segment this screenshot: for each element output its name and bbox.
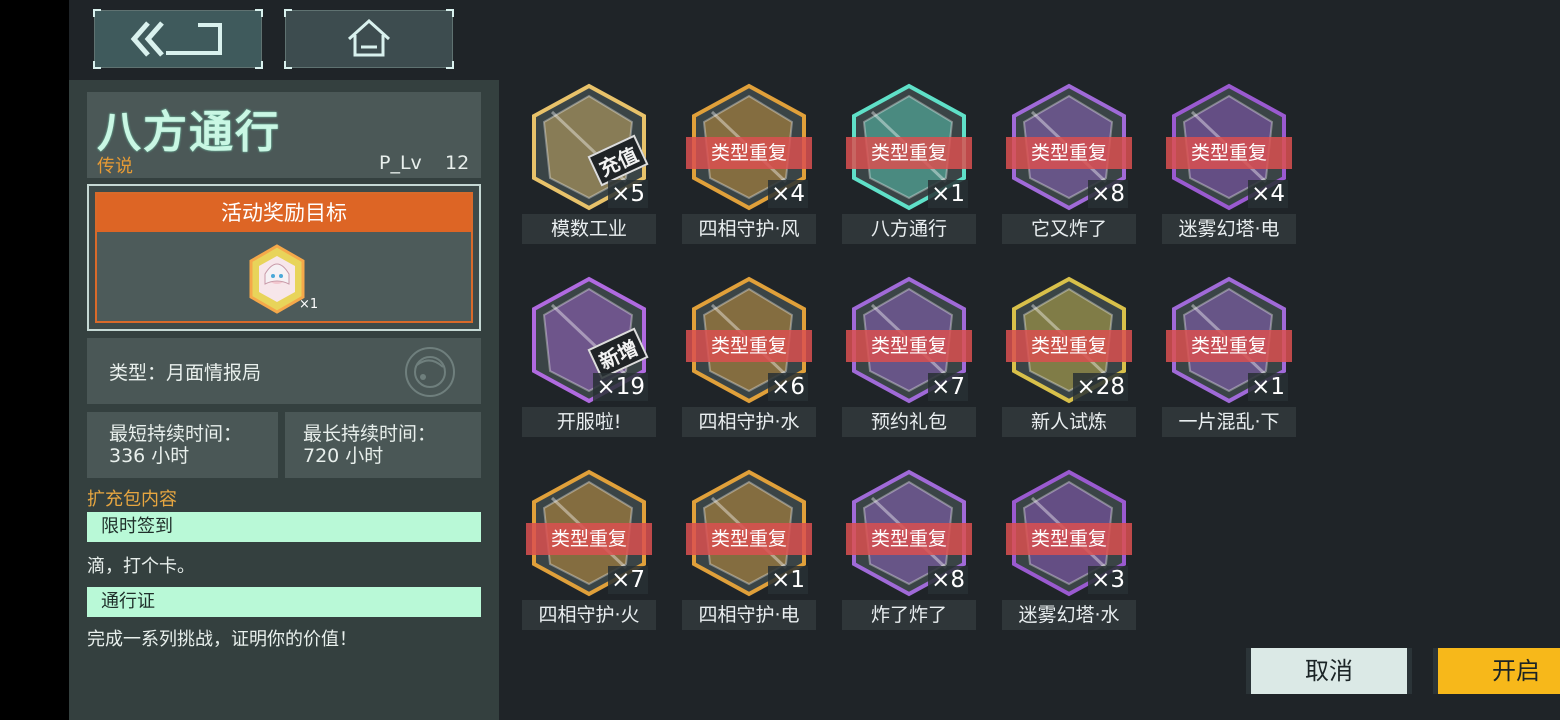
moon-bureau-icon (405, 347, 455, 397)
content-item-desc: 滴，打个卡。 (87, 556, 195, 577)
rarity-label: 传说 (97, 156, 133, 177)
pack-quantity: ×8 (1088, 180, 1128, 208)
game-screen: 八方通行 传说 P_Lv 12 活动奖励目标 ×1 类型：月面情报局 最短持续时… (69, 0, 1560, 720)
content-item-title: 限时签到 (87, 512, 481, 542)
pack-quantity: ×7 (928, 373, 968, 401)
pack-quantity: ×8 (928, 566, 968, 594)
pack-card[interactable]: 类型重复 ×7 预约礼包 (842, 275, 976, 447)
duplicate-type-banner: 类型重复 (846, 330, 972, 362)
pack-name: 迷雾幻塔·水 (1002, 600, 1136, 630)
pack-quantity: ×1 (1248, 373, 1288, 401)
duplicate-type-banner: 类型重复 (686, 330, 812, 362)
pack-card[interactable]: 新增 ×19 开服啦! (522, 275, 656, 447)
min-duration-value: 336 小时 (109, 445, 190, 467)
type-box: 类型：月面情报局 (87, 338, 481, 404)
pack-name: 迷雾幻塔·电 (1162, 214, 1296, 244)
pack-card[interactable]: 类型重复 ×8 炸了炸了 (842, 468, 976, 640)
reward-target-box: 活动奖励目标 ×1 (87, 184, 481, 331)
reward-header: 活动奖励目标 (97, 194, 471, 232)
min-duration-box: 最短持续时间： 336 小时 (87, 412, 278, 478)
pack-quantity: ×19 (593, 373, 648, 401)
pack-name: 四相守护·水 (682, 407, 816, 437)
min-duration-label: 最短持续时间： (109, 423, 243, 445)
pack-card[interactable]: 类型重复 ×1 四相守护·电 (682, 468, 816, 640)
cancel-button[interactable]: 取消 (1246, 648, 1412, 694)
pack-quantity: ×6 (768, 373, 808, 401)
duplicate-type-banner: 类型重复 (1006, 523, 1132, 555)
duplicate-type-banner: 类型重复 (686, 137, 812, 169)
pack-title: 八方通行 (97, 107, 281, 158)
reward-avatar-icon[interactable] (247, 244, 307, 314)
type-label: 类型：月面情报局 (109, 362, 262, 384)
duplicate-type-banner: 类型重复 (526, 523, 652, 555)
double-chevron-back-icon (130, 21, 222, 57)
back-button[interactable] (93, 9, 263, 69)
pack-quantity: ×5 (608, 180, 648, 208)
pack-name: 开服啦! (522, 407, 656, 437)
pack-card[interactable]: 类型重复 ×1 八方通行 (842, 82, 976, 254)
content-item-title: 通行证 (87, 587, 481, 617)
content-item-desc: 完成一系列挑战，证明你的价值！ (87, 629, 357, 650)
pack-name: 炸了炸了 (842, 600, 976, 630)
pack-quantity: ×7 (608, 566, 648, 594)
pack-card[interactable]: 类型重复 ×3 迷雾幻塔·水 (1002, 468, 1136, 640)
max-duration-label: 最长持续时间： (303, 423, 437, 445)
duplicate-type-banner: 类型重复 (1006, 137, 1132, 169)
pack-name: 新人试炼 (1002, 407, 1136, 437)
home-button[interactable] (284, 9, 454, 69)
reward-count: ×1 (299, 297, 319, 312)
max-duration-box: 最长持续时间： 720 小时 (285, 412, 481, 478)
pack-name: 八方通行 (842, 214, 976, 244)
plv-value: 12 (445, 152, 470, 174)
pack-name: 预约礼包 (842, 407, 976, 437)
duplicate-type-banner: 类型重复 (686, 523, 812, 555)
pack-card[interactable]: 类型重复 ×1 一片混乱·下 (1162, 275, 1296, 447)
duplicate-type-banner: 类型重复 (1166, 330, 1292, 362)
pack-card[interactable]: 类型重复 ×8 它又炸了 (1002, 82, 1136, 254)
pack-name: 它又炸了 (1002, 214, 1136, 244)
pack-quantity: ×4 (768, 180, 808, 208)
pack-quantity: ×3 (1088, 566, 1128, 594)
pack-name: 模数工业 (522, 214, 656, 244)
pack-quantity: ×1 (928, 180, 968, 208)
pack-title-box: 八方通行 传说 P_Lv 12 (87, 92, 481, 178)
max-duration-value: 720 小时 (303, 445, 384, 467)
pack-card[interactable]: 类型重复 ×7 四相守护·火 (522, 468, 656, 640)
plv-label: P_Lv (379, 152, 422, 174)
pack-name: 一片混乱·下 (1162, 407, 1296, 437)
pack-detail-panel: 八方通行 传说 P_Lv 12 活动奖励目标 ×1 类型：月面情报局 最短持续时… (69, 80, 499, 720)
pack-name: 四相守护·电 (682, 600, 816, 630)
open-button[interactable]: 开启 (1433, 648, 1560, 694)
pack-name: 四相守护·风 (682, 214, 816, 244)
duplicate-type-banner: 类型重复 (1006, 330, 1132, 362)
pack-card[interactable]: 充值 ×5 模数工业 (522, 82, 656, 254)
pack-quantity: ×1 (768, 566, 808, 594)
pack-quantity: ×4 (1248, 180, 1288, 208)
duplicate-type-banner: 类型重复 (846, 137, 972, 169)
home-icon (347, 19, 391, 57)
duplicate-type-banner: 类型重复 (846, 523, 972, 555)
pack-card[interactable]: 类型重复 ×4 四相守护·风 (682, 82, 816, 254)
pack-name: 四相守护·火 (522, 600, 656, 630)
pack-card[interactable]: 类型重复 ×4 迷雾幻塔·电 (1162, 82, 1296, 254)
pack-quantity: ×28 (1073, 373, 1128, 401)
contents-heading: 扩充包内容 (87, 489, 177, 510)
pack-card[interactable]: 类型重复 ×6 四相守护·水 (682, 275, 816, 447)
pack-card[interactable]: 类型重复 ×28 新人试炼 (1002, 275, 1136, 447)
duplicate-type-banner: 类型重复 (1166, 137, 1292, 169)
